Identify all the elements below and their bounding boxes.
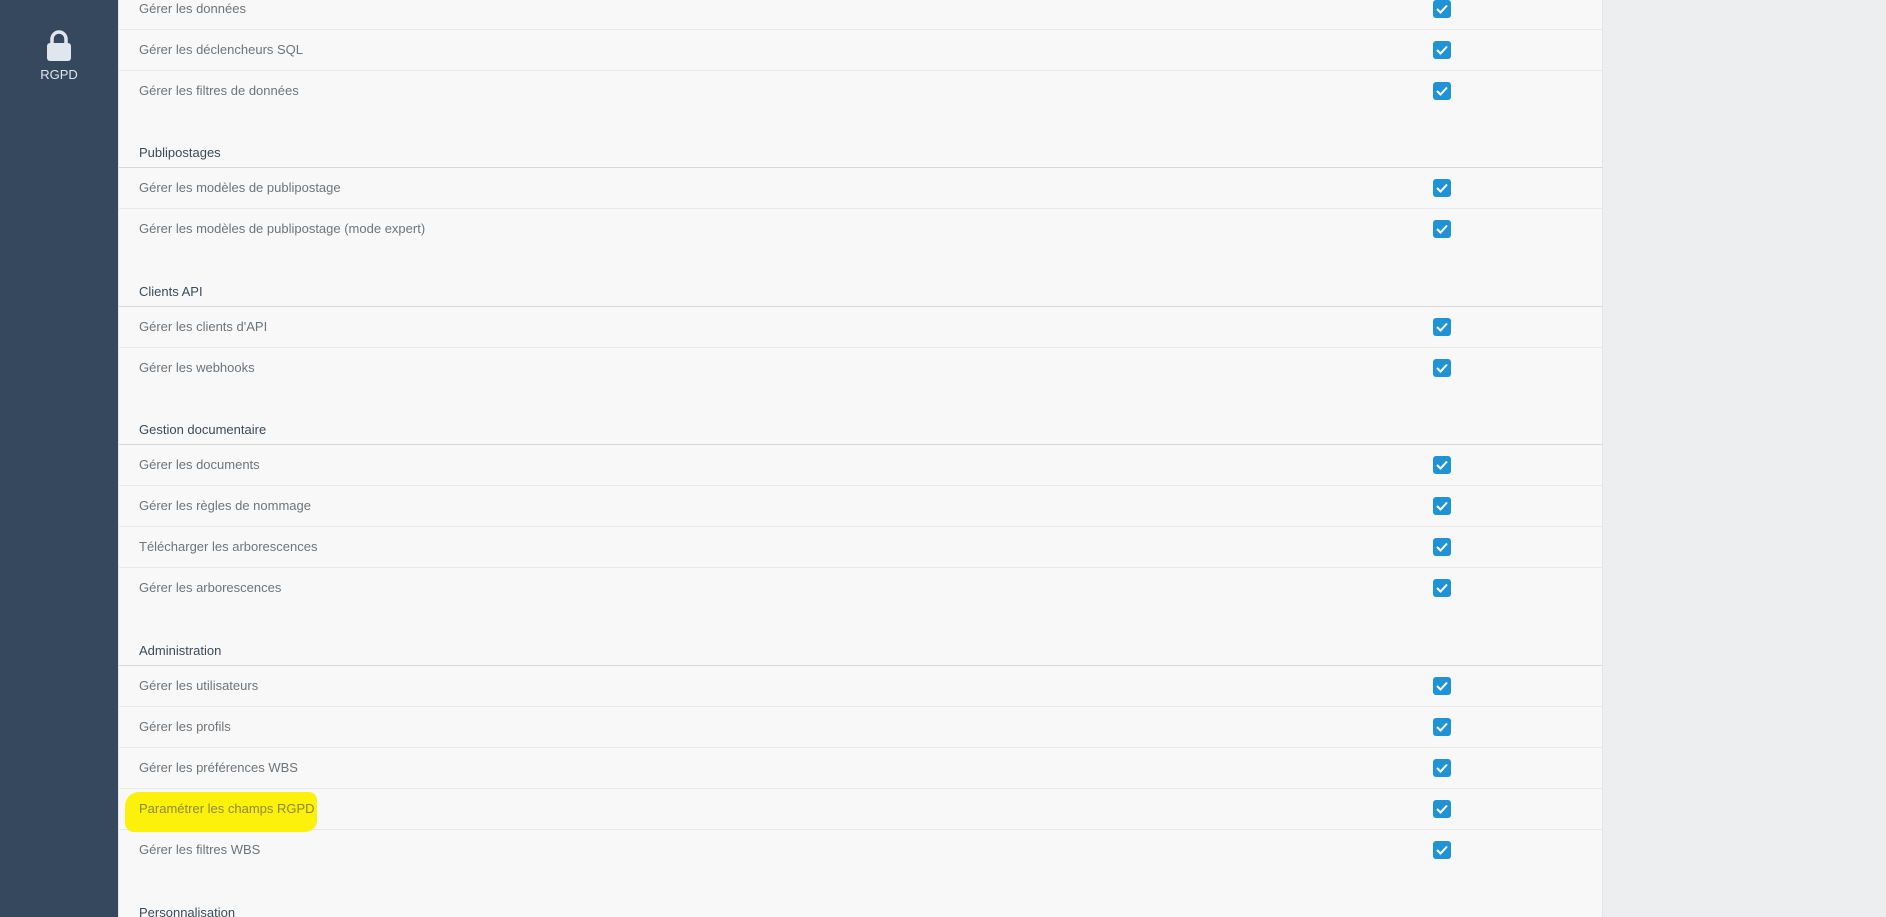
permission-checkbox[interactable] xyxy=(1433,456,1451,474)
permission-row: Gérer les arborescences xyxy=(119,568,1602,609)
permission-checkbox[interactable] xyxy=(1433,179,1451,197)
permission-label: Gérer les webhooks xyxy=(139,360,255,375)
section-title: Personnalisation xyxy=(139,905,236,917)
permission-label: Gérer les données xyxy=(139,1,246,16)
section-header-clients-api: Clients API xyxy=(119,273,1602,307)
permission-checkbox[interactable] xyxy=(1433,718,1451,736)
permission-row-highlighted: Paramétrer les champs RGPD xyxy=(119,789,1602,832)
permission-row: Télécharger les arborescences xyxy=(119,527,1602,568)
permission-checkbox[interactable] xyxy=(1433,841,1451,859)
permission-label: Gérer les documents xyxy=(139,457,260,472)
permission-checkbox[interactable] xyxy=(1433,359,1451,377)
sidebar-item-rgpd[interactable]: RGPD xyxy=(0,30,118,82)
permission-checkbox[interactable] xyxy=(1433,318,1451,336)
permission-label: Gérer les modèles de publipostage (mode … xyxy=(139,221,426,236)
section-title: Gestion documentaire xyxy=(139,422,267,437)
permission-label: Gérer les règles de nommage xyxy=(139,498,311,513)
section-title: Clients API xyxy=(139,284,203,299)
permission-label: Gérer les déclencheurs SQL xyxy=(139,42,304,57)
permission-checkbox[interactable] xyxy=(1433,538,1451,556)
permission-row: Gérer les documents xyxy=(119,445,1602,486)
permission-label: Gérer les filtres WBS xyxy=(139,842,261,857)
section-header-personnalisation: Personnalisation xyxy=(119,893,1602,917)
section-header-publipostages: Publipostages xyxy=(119,134,1602,168)
permission-label: Paramétrer les champs RGPD xyxy=(139,801,315,816)
permission-label: Gérer les arborescences xyxy=(139,580,282,595)
permission-label: Télécharger les arborescences xyxy=(139,539,318,554)
permission-row: Gérer les utilisateurs xyxy=(119,666,1602,707)
permission-checkbox[interactable] xyxy=(1433,220,1451,238)
permission-row: Gérer les modèles de publipostage (mode … xyxy=(119,209,1602,250)
permission-row: Gérer les profils xyxy=(119,707,1602,748)
permission-row: Gérer les données xyxy=(119,0,1602,30)
permission-row: Gérer les filtres de données xyxy=(119,71,1602,112)
permission-label: Gérer les utilisateurs xyxy=(139,678,259,693)
permission-label: Gérer les modèles de publipostage xyxy=(139,180,341,195)
permission-row: Gérer les préférences WBS xyxy=(119,748,1602,789)
permission-label: Gérer les préférences WBS xyxy=(139,760,298,775)
permission-checkbox[interactable] xyxy=(1433,41,1451,59)
permission-label: Gérer les profils xyxy=(139,719,231,734)
permission-row: Gérer les règles de nommage xyxy=(119,486,1602,527)
sidebar: RGPD xyxy=(0,0,118,917)
permission-checkbox[interactable] xyxy=(1433,800,1451,818)
section-header-administration: Administration xyxy=(119,632,1602,666)
permission-checkbox[interactable] xyxy=(1433,497,1451,515)
section-title: Publipostages xyxy=(139,145,221,160)
permission-checkbox[interactable] xyxy=(1433,0,1451,18)
permission-row: Gérer les clients d'API xyxy=(119,307,1602,348)
permission-row: Gérer les déclencheurs SQL xyxy=(119,30,1602,71)
section-header-gestion-documentaire: Gestion documentaire xyxy=(119,411,1602,445)
permission-row: Gérer les filtres WBS xyxy=(119,830,1602,871)
permission-row: Gérer les modèles de publipostage xyxy=(119,168,1602,209)
lock-icon xyxy=(47,30,71,61)
permission-row: Gérer les webhooks xyxy=(119,348,1602,389)
permission-checkbox[interactable] xyxy=(1433,579,1451,597)
permission-checkbox[interactable] xyxy=(1433,759,1451,777)
permission-label: Gérer les filtres de données xyxy=(139,83,299,98)
section-title: Administration xyxy=(139,643,222,658)
permission-label: Gérer les clients d'API xyxy=(139,319,268,334)
sidebar-item-label: RGPD xyxy=(40,67,78,82)
permissions-panel: Gérer les données Gérer les déclencheurs… xyxy=(118,0,1603,917)
permission-checkbox[interactable] xyxy=(1433,677,1451,695)
permission-checkbox[interactable] xyxy=(1433,82,1451,100)
